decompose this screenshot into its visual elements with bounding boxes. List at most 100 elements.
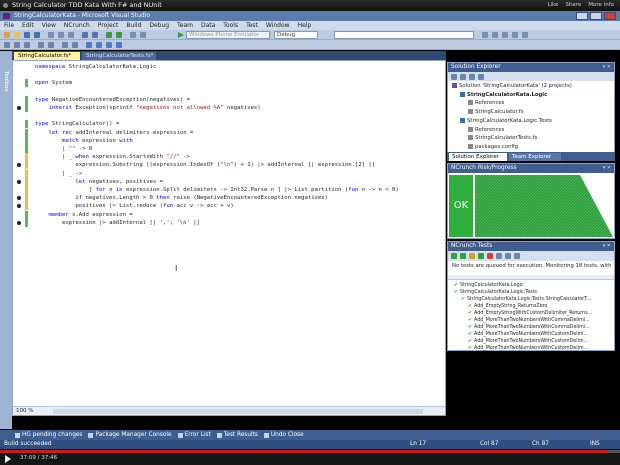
test-row[interactable]: ✔ Add_MoreThanTwoNumbersWithCustomDelim..… <box>468 338 588 345</box>
tests-panel-close-icon[interactable]: ▾ ✕ <box>603 242 611 251</box>
solution-explorer-icon[interactable] <box>492 32 498 38</box>
video-progress-bar[interactable] <box>0 450 620 453</box>
more-info-button[interactable]: More info <box>588 0 614 11</box>
menu-build[interactable]: Build <box>126 21 141 30</box>
refresh-icon[interactable] <box>469 74 475 80</box>
code-line[interactable]: member x.Add expression = <box>35 211 132 219</box>
maximize-button[interactable] <box>590 12 602 20</box>
complete-word-icon[interactable] <box>24 42 30 48</box>
code-line[interactable]: namespace StringCalculatorKata.Logic <box>35 63 156 71</box>
test-row[interactable]: ✔ Add_EmptyStringWithCustomDelimiter_Retu… <box>468 310 592 317</box>
uncomment-icon[interactable] <box>72 42 78 48</box>
solution-tree-item[interactable]: StringCalculator.fs <box>468 109 524 116</box>
video-title[interactable]: String Calculator TDD Kata With F# and N… <box>12 1 162 9</box>
horizontal-scrollbar[interactable] <box>53 409 423 414</box>
menu-edit[interactable]: Edit <box>22 21 34 30</box>
code-editor[interactable]: namespace StringCalculatorKata.Logic open… <box>12 60 446 416</box>
coverage-dot[interactable] <box>17 106 21 110</box>
tab-undo-close[interactable]: Undo Close <box>263 430 304 440</box>
properties-icon[interactable] <box>502 32 508 38</box>
code-line[interactable]: match expression with <box>35 137 133 145</box>
coverage-dot[interactable] <box>17 220 21 225</box>
redo-icon[interactable] <box>92 32 98 38</box>
toolbox-label[interactable]: Toolbox <box>3 71 9 92</box>
minimize-button[interactable] <box>576 12 588 20</box>
share-button[interactable]: Share <box>565 0 581 11</box>
coverage-dot[interactable] <box>17 163 21 168</box>
close-button[interactable] <box>604 12 616 20</box>
code-line[interactable]: | _ when expression.StartsWith "//" -> <box>35 153 190 161</box>
test-row[interactable]: ✔ Add_MoreThanTwoNumbersWithCommaDelimi..… <box>468 324 590 331</box>
tab-package-manager-console[interactable]: Package Manager Console <box>88 430 172 440</box>
emulator-select[interactable]: Windows Phone Emulator <box>186 31 270 39</box>
test-row[interactable]: ✔ StringCalculatorKata.Logic <box>454 282 524 289</box>
code-line[interactable]: inherit Exception(sprintf "negatives not… <box>35 104 260 112</box>
tab-stringcalculatortests-fs[interactable]: StringCalculatorTests.fs* <box>82 52 156 60</box>
new-project-icon[interactable] <box>4 32 10 38</box>
solution-tree-item[interactable]: StringCalculatorKata.Logic.Tests <box>460 117 552 125</box>
menu-view[interactable]: View <box>42 21 56 30</box>
menu-test[interactable]: Test <box>246 21 258 30</box>
menu-tools[interactable]: Tools <box>223 21 238 30</box>
solution-tree-item[interactable]: packages.config <box>468 143 518 151</box>
comment-out-icon[interactable] <box>62 42 68 48</box>
menu-project[interactable]: Project <box>98 21 119 30</box>
test-row[interactable]: ✔ Add_MoreThanTwoNumbersWithCustomDelim..… <box>468 345 588 352</box>
like-button[interactable]: Like <box>547 0 558 11</box>
tab-error-list[interactable]: Error List <box>177 430 211 440</box>
code-line[interactable]: [ for n in expression.Split delimiters -… <box>35 186 399 194</box>
solution-tree-item[interactable]: Solution 'StringCalculatorKata' (2 proje… <box>452 83 572 90</box>
platform-select[interactable] <box>334 31 474 39</box>
save-icon[interactable] <box>24 32 30 38</box>
ignore-icon[interactable] <box>505 253 511 259</box>
code-line[interactable]: let negatives, positives = <box>35 178 163 186</box>
sync-icon[interactable] <box>460 74 466 80</box>
menu-team[interactable]: Team <box>177 21 193 30</box>
menu-window[interactable]: Window <box>266 21 290 30</box>
save-all-icon[interactable] <box>34 32 40 38</box>
undo-icon[interactable] <box>82 32 88 38</box>
filter-icon[interactable] <box>496 253 502 259</box>
solution-tree-item[interactable]: StringCalculatorTests.fs <box>468 135 537 142</box>
navigate-forward-icon[interactable] <box>116 32 122 38</box>
code-line[interactable]: expression.Substring ((expression.IndexO… <box>35 161 375 169</box>
collapse-all-icon[interactable] <box>478 74 484 80</box>
tab-team-explorer[interactable]: Team Explorer <box>509 153 561 161</box>
solution-tree-item[interactable]: References <box>468 100 504 107</box>
code-line[interactable]: open System <box>35 79 72 87</box>
find-icon[interactable] <box>130 32 136 38</box>
menu-file[interactable]: File <box>4 21 14 30</box>
clear-bookmarks-icon[interactable] <box>116 42 122 48</box>
solution-tree-item[interactable]: References <box>468 126 504 134</box>
test-row[interactable]: ✔ Add_MoreThanTwoNumbersWithCustomDelim..… <box>468 331 588 338</box>
risk-panel-close-icon[interactable]: ▾ ✕ <box>603 164 611 173</box>
paste-icon[interactable] <box>68 32 74 38</box>
tab-solution-explorer[interactable]: Solution Explorer <box>449 153 507 161</box>
tab-test-results[interactable]: Test Results <box>216 430 258 440</box>
tab-stringcalculator-fs[interactable]: StringCalculator.fs* <box>14 52 80 60</box>
code-line[interactable]: type NegativeEncounteredException(negati… <box>35 96 190 104</box>
menu-help[interactable]: Help <box>298 21 312 30</box>
coverage-dot[interactable] <box>17 204 21 209</box>
find-in-files-icon[interactable] <box>482 32 488 38</box>
run-selected-icon[interactable] <box>460 253 466 259</box>
tab-hg-pending-changes[interactable]: HG pending changes <box>15 430 82 440</box>
play-icon[interactable] <box>5 455 11 463</box>
previous-bookmark-icon[interactable] <box>96 42 102 48</box>
solution-tree-item[interactable]: StringCalculatorKata.Logic <box>460 91 547 99</box>
code-line[interactable]: | _ -> <box>35 170 82 178</box>
code-line[interactable]: | "" -> 0 <box>35 145 92 153</box>
start-debugging-icon[interactable] <box>178 32 184 38</box>
code-line[interactable]: expression |> addInternal [| ','; '\n' |… <box>35 219 200 227</box>
code-line[interactable]: let rec addInternal delimiters expressio… <box>35 129 193 137</box>
navigate-back-icon[interactable] <box>106 32 112 38</box>
toggle-bookmark-icon[interactable] <box>86 42 92 48</box>
menu-ncrunch[interactable]: NCrunch <box>64 21 90 30</box>
bookmark-icon[interactable] <box>140 32 146 38</box>
show-passing-icon[interactable] <box>478 253 484 259</box>
code-line[interactable]: type StringCalculator() = <box>35 120 119 128</box>
code-area[interactable]: namespace StringCalculatorKata.Logic open… <box>13 61 445 406</box>
pin-icon[interactable]: ▾ ✕ <box>603 63 611 72</box>
toolbox-icon[interactable] <box>522 32 528 38</box>
code-line[interactable]: positives |> List.reduce (fun acc v -> a… <box>35 202 233 210</box>
